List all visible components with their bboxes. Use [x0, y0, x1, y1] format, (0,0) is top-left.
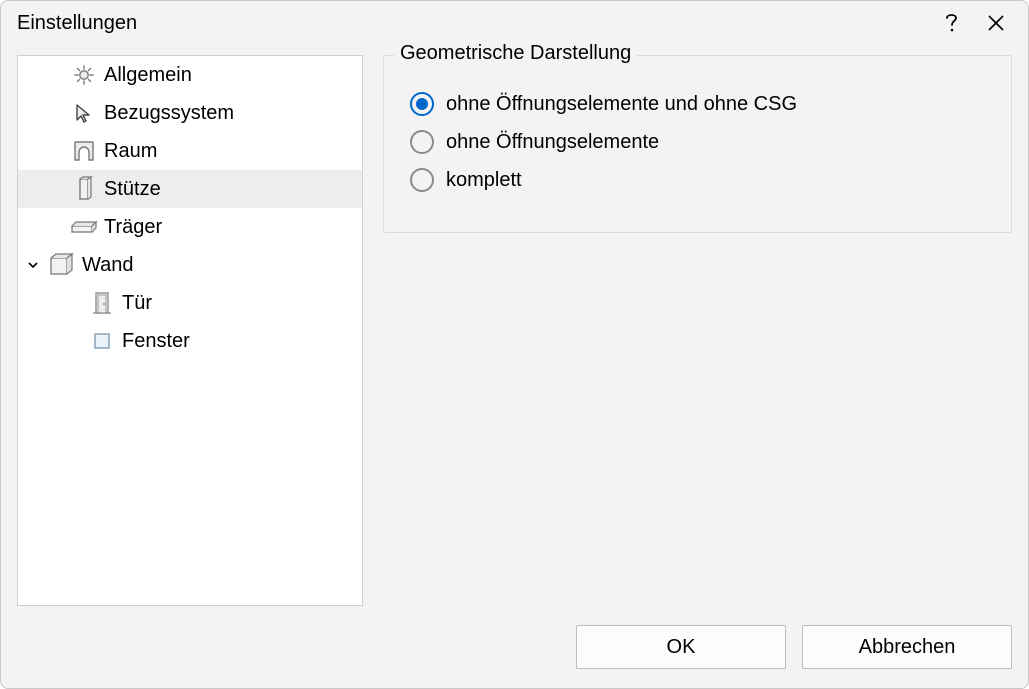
window-icon [88, 327, 116, 355]
tree-label: Bezugssystem [104, 102, 362, 125]
tree-label: Träger [104, 216, 362, 239]
cancel-button-label: Abbrechen [859, 636, 956, 659]
category-tree[interactable]: Allgemein Bezugssystem Raum [17, 55, 363, 606]
tree-item-traeger[interactable]: Träger [18, 208, 362, 246]
ok-button-label: OK [667, 636, 696, 659]
tree-label: Stütze [104, 178, 362, 201]
radio-checked-icon [410, 92, 434, 116]
tree-label: Fenster [122, 330, 362, 353]
groupbox-title: Geometrische Darstellung [394, 42, 637, 65]
beam-icon [70, 213, 98, 241]
dialog-title: Einstellungen [11, 12, 137, 35]
dialog-body: Allgemein Bezugssystem Raum [1, 45, 1028, 622]
column-icon [70, 175, 98, 203]
tree-item-allgemein[interactable]: Allgemein [18, 56, 362, 94]
tree-item-raum[interactable]: Raum [18, 132, 362, 170]
ok-button[interactable]: OK [576, 625, 786, 669]
help-button[interactable] [930, 1, 974, 45]
room-icon [70, 137, 98, 165]
radio-unchecked-icon [410, 130, 434, 154]
button-bar: OK Abbrechen [1, 622, 1028, 688]
tree-item-tuer[interactable]: Tür [18, 284, 362, 322]
radio-unchecked-icon [410, 168, 434, 192]
tree-label: Tür [122, 292, 362, 315]
radio-option-2[interactable]: komplett [410, 168, 985, 192]
door-icon [88, 289, 116, 317]
chevron-down-icon[interactable] [24, 259, 42, 271]
wall-icon [48, 251, 76, 279]
radio-option-0[interactable]: ohne Öffnungselemente und ohne CSG [410, 92, 985, 116]
content-panel: Geometrische Darstellung ohne Öffnungsel… [383, 55, 1012, 606]
radio-label: ohne Öffnungselemente und ohne CSG [446, 93, 797, 116]
tree-label: Raum [104, 140, 362, 163]
titlebar: Einstellungen [1, 1, 1028, 45]
cancel-button[interactable]: Abbrechen [802, 625, 1012, 669]
radio-label: ohne Öffnungselemente [446, 131, 659, 154]
geometric-representation-group: Geometrische Darstellung ohne Öffnungsel… [383, 55, 1012, 233]
tree-item-wand[interactable]: Wand [18, 246, 362, 284]
tree-item-bezugssystem[interactable]: Bezugssystem [18, 94, 362, 132]
radio-option-1[interactable]: ohne Öffnungselemente [410, 130, 985, 154]
tree-label: Wand [82, 254, 362, 277]
help-icon [944, 11, 960, 35]
radio-label: komplett [446, 169, 522, 192]
tree-label: Allgemein [104, 64, 362, 87]
gear-icon [70, 61, 98, 89]
tree-item-fenster[interactable]: Fenster [18, 322, 362, 360]
close-button[interactable] [974, 1, 1018, 45]
cursor-icon [70, 99, 98, 127]
settings-dialog: Einstellungen Allgemein [0, 0, 1029, 689]
tree-item-stuetze[interactable]: Stütze [18, 170, 362, 208]
close-icon [987, 14, 1005, 32]
